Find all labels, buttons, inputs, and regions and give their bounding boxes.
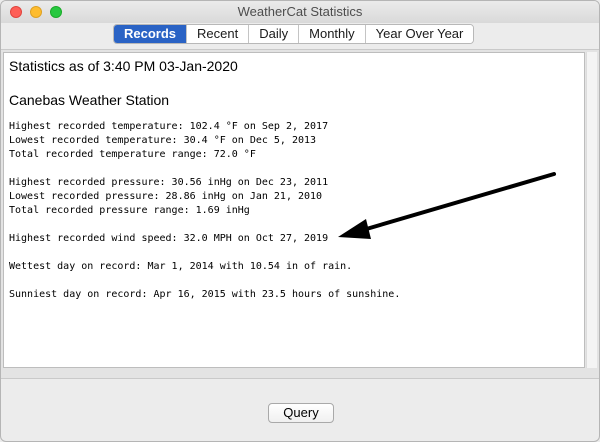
tab-records[interactable]: Records — [114, 25, 187, 43]
sunniest-day: Sunniest day on record: Apr 16, 2015 wit… — [9, 289, 401, 300]
highest-pressure: Highest recorded pressure: 30.56 inHg on… — [9, 177, 329, 188]
tab-daily[interactable]: Daily — [248, 25, 299, 43]
pressure-range: Total recorded pressure range: 1.69 inHg — [9, 205, 250, 216]
vertical-scrollbar[interactable] — [586, 52, 597, 368]
statistics-timestamp: Statistics as of 3:40 PM 03-Jan-2020 — [9, 58, 238, 74]
query-button[interactable]: Query — [268, 403, 334, 423]
wettest-day: Wettest day on record: Mar 1, 2014 with … — [9, 261, 353, 272]
temperature-range: Total recorded temperature range: 72.0 °… — [9, 149, 256, 160]
tab-panel: Statistics as of 3:40 PM 03-Jan-2020 Can… — [1, 49, 599, 379]
statistics-text-view[interactable]: Statistics as of 3:40 PM 03-Jan-2020 Can… — [3, 52, 585, 368]
tab-recent[interactable]: Recent — [186, 25, 249, 43]
highest-temperature: Highest recorded temperature: 102.4 °F o… — [9, 121, 329, 132]
station-name: Canebas Weather Station — [9, 92, 170, 108]
highest-wind-speed: Highest recorded wind speed: 32.0 MPH on… — [9, 233, 329, 244]
lowest-pressure: Lowest recorded pressure: 28.86 inHg on … — [9, 191, 323, 202]
title-bar: WeatherCat Statistics — [1, 1, 599, 23]
tab-monthly[interactable]: Monthly — [298, 25, 365, 43]
app-window: WeatherCat Statistics Records Recent Dai… — [0, 0, 600, 442]
window-title: WeatherCat Statistics — [237, 4, 363, 19]
tab-year-over-year[interactable]: Year Over Year — [364, 25, 474, 43]
lowest-temperature: Lowest recorded temperature: 30.4 °F on … — [9, 135, 317, 146]
tab-bar: Records Recent Daily Monthly Year Over Y… — [113, 24, 475, 44]
